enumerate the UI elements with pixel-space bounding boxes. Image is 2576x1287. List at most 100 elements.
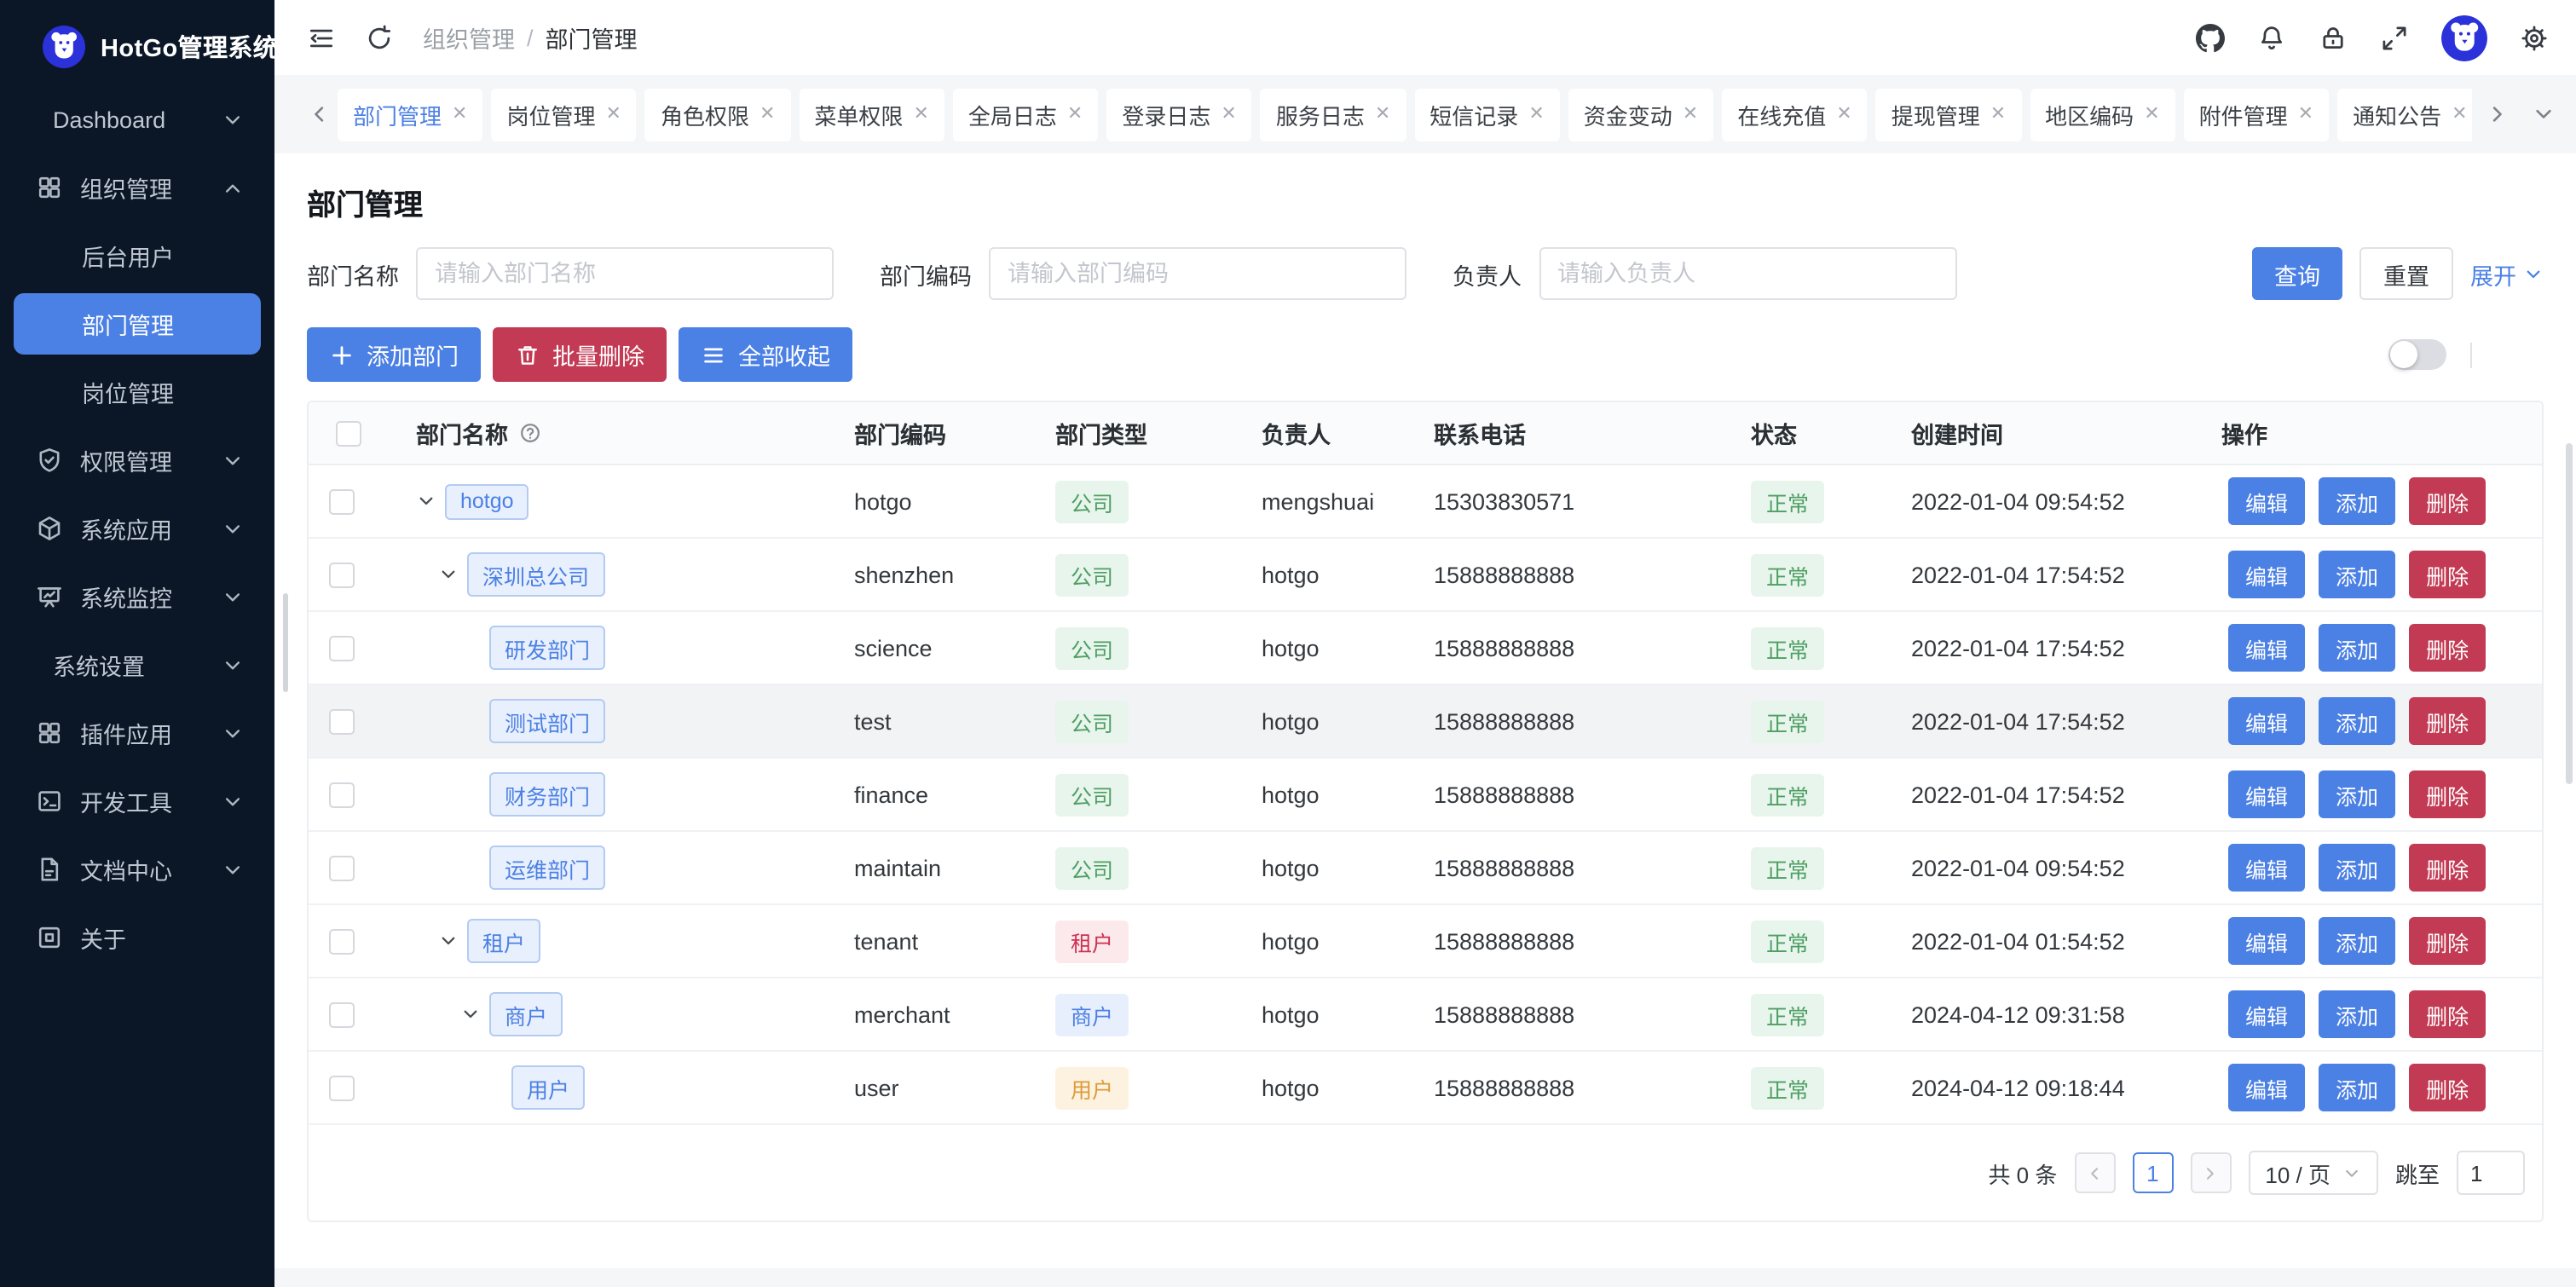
add-button[interactable]: 添加 (2319, 990, 2395, 1038)
tab-close-icon[interactable]: ✕ (1375, 105, 1390, 124)
fullscreen-icon[interactable] (2380, 23, 2409, 52)
breadcrumb-section[interactable]: 组织管理 (423, 20, 515, 55)
delete-button[interactable]: 删除 (2409, 770, 2486, 818)
edit-button[interactable]: 编辑 (2228, 551, 2305, 598)
app-logo[interactable]: HotGo管理系统 (0, 0, 274, 75)
lock-icon[interactable] (2319, 23, 2348, 52)
batch-delete-button[interactable]: 批量删除 (493, 327, 667, 382)
refresh-icon[interactable] (365, 23, 394, 52)
department-name-chip[interactable]: hotgo (445, 483, 529, 519)
tab-close-icon[interactable]: ✕ (1683, 105, 1698, 124)
tree-expand-icon[interactable] (438, 564, 467, 585)
department-name-chip[interactable]: 用户 (511, 1065, 585, 1110)
tab-close-icon[interactable]: ✕ (2298, 105, 2313, 124)
tabs-scroll-left-icon[interactable] (307, 102, 331, 126)
search-input-0[interactable] (416, 247, 834, 300)
delete-button[interactable]: 删除 (2409, 990, 2486, 1038)
tab-3[interactable]: 菜单权限✕ (799, 88, 944, 141)
sidebar-item-4[interactable]: 岗位管理 (14, 361, 261, 423)
department-name-chip[interactable]: 深圳总公司 (467, 552, 604, 597)
row-checkbox[interactable] (329, 562, 355, 587)
department-name-chip[interactable]: 测试部门 (489, 699, 605, 743)
row-checkbox[interactable] (329, 928, 355, 954)
tree-expand-icon[interactable] (416, 491, 445, 511)
add-button[interactable]: 添加 (2319, 697, 2395, 745)
sidebar-item-5[interactable]: 权限管理 (14, 430, 261, 491)
edit-button[interactable]: 编辑 (2228, 477, 2305, 525)
tab-1[interactable]: 岗位管理✕ (491, 88, 636, 141)
add-button[interactable]: 添加 (2319, 624, 2395, 672)
delete-button[interactable]: 删除 (2409, 697, 2486, 745)
sidebar-scrollbar-thumb[interactable] (283, 593, 288, 692)
add-button[interactable]: 添加 (2319, 917, 2395, 965)
tab-13[interactable]: 通知公告✕ (2337, 88, 2472, 141)
tree-expand-icon[interactable] (460, 1004, 489, 1024)
tab-8[interactable]: 资金变动✕ (1568, 88, 1713, 141)
tree-expand-icon[interactable] (438, 931, 467, 951)
sidebar-item-10[interactable]: 开发工具 (14, 770, 261, 832)
tab-10[interactable]: 提现管理✕ (1876, 88, 2021, 141)
tab-4[interactable]: 全局日志✕ (953, 88, 1098, 141)
delete-button[interactable]: 删除 (2409, 477, 2486, 525)
edit-button[interactable]: 编辑 (2228, 770, 2305, 818)
tabs-scroll-right-icon[interactable] (2486, 102, 2510, 126)
tab-close-icon[interactable]: ✕ (913, 105, 928, 124)
github-icon[interactable] (2196, 23, 2225, 52)
search-input-1[interactable] (989, 247, 1406, 300)
sidebar-item-8[interactable]: 系统设置 (14, 634, 261, 695)
department-name-chip[interactable]: 运维部门 (489, 845, 605, 890)
row-checkbox[interactable] (329, 1001, 355, 1027)
department-name-chip[interactable]: 财务部门 (489, 772, 605, 817)
row-checkbox[interactable] (329, 855, 355, 880)
prev-page-button[interactable] (2074, 1152, 2115, 1193)
row-checkbox[interactable] (329, 635, 355, 661)
add-button[interactable]: 添加 (2319, 551, 2395, 598)
reset-button[interactable]: 重置 (2359, 247, 2453, 300)
delete-button[interactable]: 删除 (2409, 844, 2486, 892)
tab-7[interactable]: 短信记录✕ (1414, 88, 1559, 141)
collapse-all-button[interactable]: 全部收起 (679, 327, 852, 382)
query-button[interactable]: 查询 (2252, 247, 2342, 300)
department-name-chip[interactable]: 商户 (489, 992, 563, 1036)
next-page-button[interactable] (2190, 1152, 2231, 1193)
tab-close-icon[interactable]: ✕ (2452, 105, 2467, 124)
sidebar-item-0[interactable]: Dashboard (14, 89, 261, 150)
tab-close-icon[interactable]: ✕ (1990, 105, 2006, 124)
tab-close-icon[interactable]: ✕ (1836, 105, 1851, 124)
tab-close-icon[interactable]: ✕ (760, 105, 775, 124)
search-input-2[interactable] (1539, 247, 1956, 300)
sidebar-item-1[interactable]: 组织管理 (14, 157, 261, 218)
menu-fold-icon[interactable] (307, 23, 336, 52)
user-avatar[interactable] (2441, 14, 2487, 61)
sidebar-item-9[interactable]: 插件应用 (14, 702, 261, 764)
department-name-chip[interactable]: 租户 (467, 919, 540, 963)
row-checkbox[interactable] (329, 488, 355, 514)
tab-close-icon[interactable]: ✕ (452, 105, 467, 124)
edit-button[interactable]: 编辑 (2228, 990, 2305, 1038)
sidebar-item-12[interactable]: 关于 (14, 907, 261, 968)
edit-button[interactable]: 编辑 (2228, 844, 2305, 892)
add-button[interactable]: 添加 (2319, 844, 2395, 892)
striped-toggle[interactable] (2388, 339, 2446, 370)
tab-6[interactable]: 服务日志✕ (1261, 88, 1406, 141)
page-scrollbar-thumb[interactable] (2566, 443, 2573, 784)
row-checkbox[interactable] (329, 708, 355, 734)
sidebar-item-6[interactable]: 系统应用 (14, 498, 261, 559)
page-number-button[interactable]: 1 (2132, 1152, 2173, 1193)
edit-button[interactable]: 编辑 (2228, 624, 2305, 672)
edit-button[interactable]: 编辑 (2228, 697, 2305, 745)
bell-icon[interactable] (2257, 23, 2286, 52)
sidebar-item-11[interactable]: 文档中心 (14, 839, 261, 900)
tab-12[interactable]: 附件管理✕ (2184, 88, 2329, 141)
tab-close-icon[interactable]: ✕ (1528, 105, 1544, 124)
page-size-select[interactable]: 10 / 页 (2248, 1151, 2378, 1195)
settings-gear-icon[interactable] (2520, 23, 2549, 52)
sidebar-item-7[interactable]: 系统监控 (14, 566, 261, 627)
edit-button[interactable]: 编辑 (2228, 1064, 2305, 1111)
add-button[interactable]: 添加 (2319, 1064, 2395, 1111)
tab-5[interactable]: 登录日志✕ (1106, 88, 1251, 141)
sidebar-item-2[interactable]: 后台用户 (14, 225, 261, 286)
tab-close-icon[interactable]: ✕ (1067, 105, 1083, 124)
add-button[interactable]: 添加 (2319, 770, 2395, 818)
tab-close-icon[interactable]: ✕ (1221, 105, 1236, 124)
